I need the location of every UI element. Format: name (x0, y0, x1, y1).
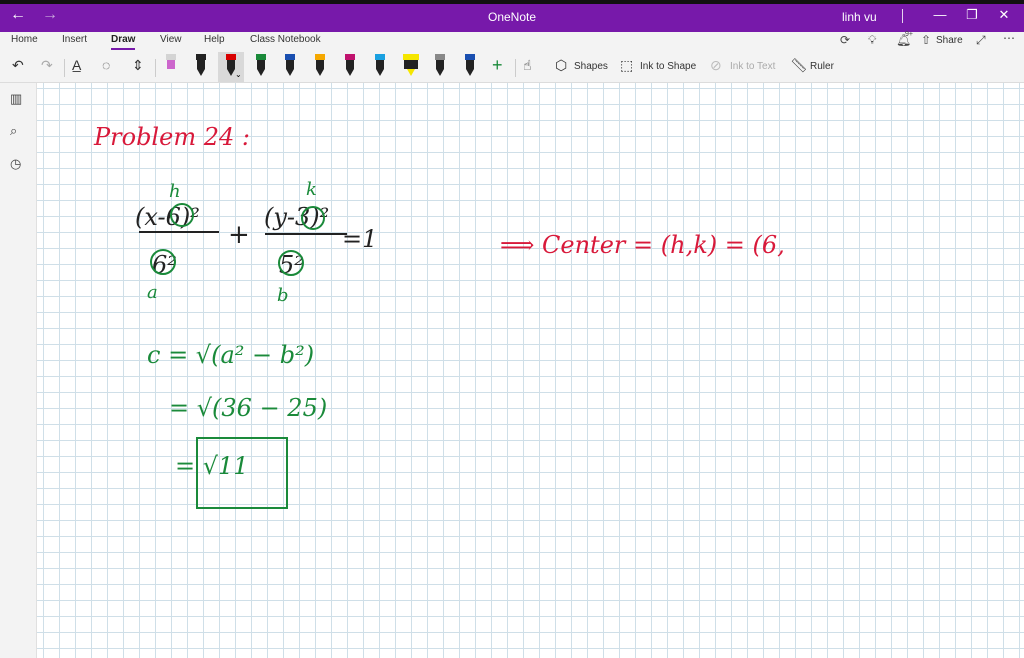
user-name[interactable]: linh vu (842, 10, 877, 24)
ink-to-text-icon: ⊘ (710, 57, 722, 73)
pen-body (227, 60, 235, 69)
left-sidebar: ▥ ⌕ ◷ (0, 83, 37, 658)
share-button[interactable]: Share (936, 35, 963, 46)
lightbulb-icon[interactable]: 💡︎ (868, 33, 876, 48)
redo-icon[interactable]: ↷ (41, 57, 53, 74)
step-3: = √11 (175, 452, 249, 480)
pen-magenta[interactable] (339, 52, 361, 82)
add-space-icon[interactable]: ⇕ (132, 57, 144, 74)
chevron-down-icon[interactable]: ⌄ (235, 70, 242, 79)
pen-red-selected[interactable]: ⌄ (218, 52, 244, 82)
tab-draw[interactable]: Draw (111, 34, 136, 50)
pen-body (346, 60, 354, 69)
notebooks-icon[interactable]: ▥ (10, 91, 22, 107)
more-options-icon[interactable]: ⋯ (1003, 31, 1015, 45)
problem-title: Problem 24 : (93, 123, 250, 151)
pen-cyan[interactable] (369, 52, 391, 82)
pen-gray[interactable] (429, 52, 451, 82)
pen-orange[interactable] (309, 52, 331, 82)
undo-icon[interactable]: ↶ (12, 57, 24, 74)
pen-tip (227, 69, 235, 76)
ink-to-shape-button[interactable]: Ink to Shape (640, 61, 696, 72)
notification-count: 9+ (905, 31, 913, 38)
pen-body (257, 60, 265, 69)
label-b: b (277, 285, 289, 306)
pen-tip (286, 69, 294, 76)
ruler-icon[interactable]: 📏︎ (790, 57, 808, 74)
pen-body (316, 60, 324, 69)
pen-tip (376, 69, 384, 76)
type-text-icon[interactable]: A̲ (72, 57, 81, 73)
lasso-select-icon[interactable]: ◌ (102, 57, 110, 73)
step-2: = √(36 − 25) (169, 394, 327, 422)
pen-tip (316, 69, 324, 76)
pen-dark-blue[interactable] (459, 52, 481, 82)
equals-one: =1 (342, 225, 377, 253)
ink-to-text-button: Ink to Text (730, 61, 776, 72)
touch-draw-icon[interactable]: ☝︎ (523, 57, 532, 74)
tab-draw-label: Draw (111, 34, 136, 45)
title-bar: ← → OneNote linh vu — ❐ ✕ (0, 0, 1024, 32)
pen-body (436, 60, 444, 69)
pen-body (286, 60, 294, 69)
plus-sign: + (228, 220, 250, 250)
tab-insert[interactable]: Insert (62, 34, 87, 45)
pen-tip (407, 69, 415, 76)
toolbar-divider (155, 59, 156, 77)
highlighter-yellow[interactable] (399, 52, 423, 82)
tab-help[interactable]: Help (204, 34, 225, 45)
center-line: ⟹ Center = (h,k) = (6, (500, 231, 785, 259)
minimize-icon[interactable]: — (930, 7, 950, 22)
shapes-button[interactable]: Shapes (574, 61, 608, 72)
draw-toolbar: ↶ ↷ A̲ ◌ ⇕ ⌄ + ☝︎ ⬡ Shapes ⬚ Ink to Shap… (0, 52, 1024, 83)
pen-blue[interactable] (279, 52, 301, 82)
search-icon[interactable]: ⌕ (10, 123, 17, 139)
fullscreen-icon[interactable]: ⤢ (976, 33, 986, 48)
pen-body (197, 60, 205, 69)
ink-to-shape-icon[interactable]: ⬚ (620, 57, 633, 74)
pen-tip (346, 69, 354, 76)
sync-icon[interactable]: ⟳ (840, 33, 850, 47)
title-separator (902, 9, 903, 23)
pen-body (466, 60, 474, 69)
ink-layer: Problem 24 : h (x-6)² 6² a + k (y-3)² 5²… (93, 123, 785, 509)
restore-icon[interactable]: ❐ (962, 7, 982, 23)
pen-tip (466, 69, 474, 76)
label-a: a (147, 282, 158, 303)
close-icon[interactable]: ✕ (994, 7, 1014, 23)
label-h: h (169, 181, 181, 202)
step-1: c = √(a² − b²) (147, 341, 314, 369)
pen-green[interactable] (250, 52, 272, 82)
shapes-icon[interactable]: ⬡ (555, 57, 567, 74)
toolbar-divider (515, 59, 516, 77)
pen-black[interactable] (190, 52, 212, 82)
pen-tip (257, 69, 265, 76)
pen-body (376, 60, 384, 69)
add-pen-icon[interactable]: + (492, 55, 503, 76)
tab-home[interactable]: Home (11, 34, 38, 45)
pen-eraser[interactable] (160, 52, 182, 82)
share-icon[interactable]: ⇧ (921, 33, 931, 47)
ruler-button[interactable]: Ruler (810, 61, 834, 72)
ribbon-tabs: Home Insert Draw View Help Class Noteboo… (0, 31, 1024, 52)
toolbar-divider (64, 59, 65, 77)
tab-view[interactable]: View (160, 34, 182, 45)
pen-body (167, 60, 175, 69)
pen-tip (197, 69, 205, 76)
active-tab-underline (111, 48, 136, 50)
note-canvas[interactable]: Problem 24 : h (x-6)² 6² a + k (y-3)² 5²… (37, 83, 1024, 658)
recent-clock-icon[interactable]: ◷ (10, 156, 21, 172)
pen-body (404, 60, 418, 69)
title-bar-edge (0, 0, 1024, 4)
tab-class-notebook[interactable]: Class Notebook (250, 34, 321, 45)
label-k: k (306, 179, 317, 200)
pen-tip (436, 69, 444, 76)
